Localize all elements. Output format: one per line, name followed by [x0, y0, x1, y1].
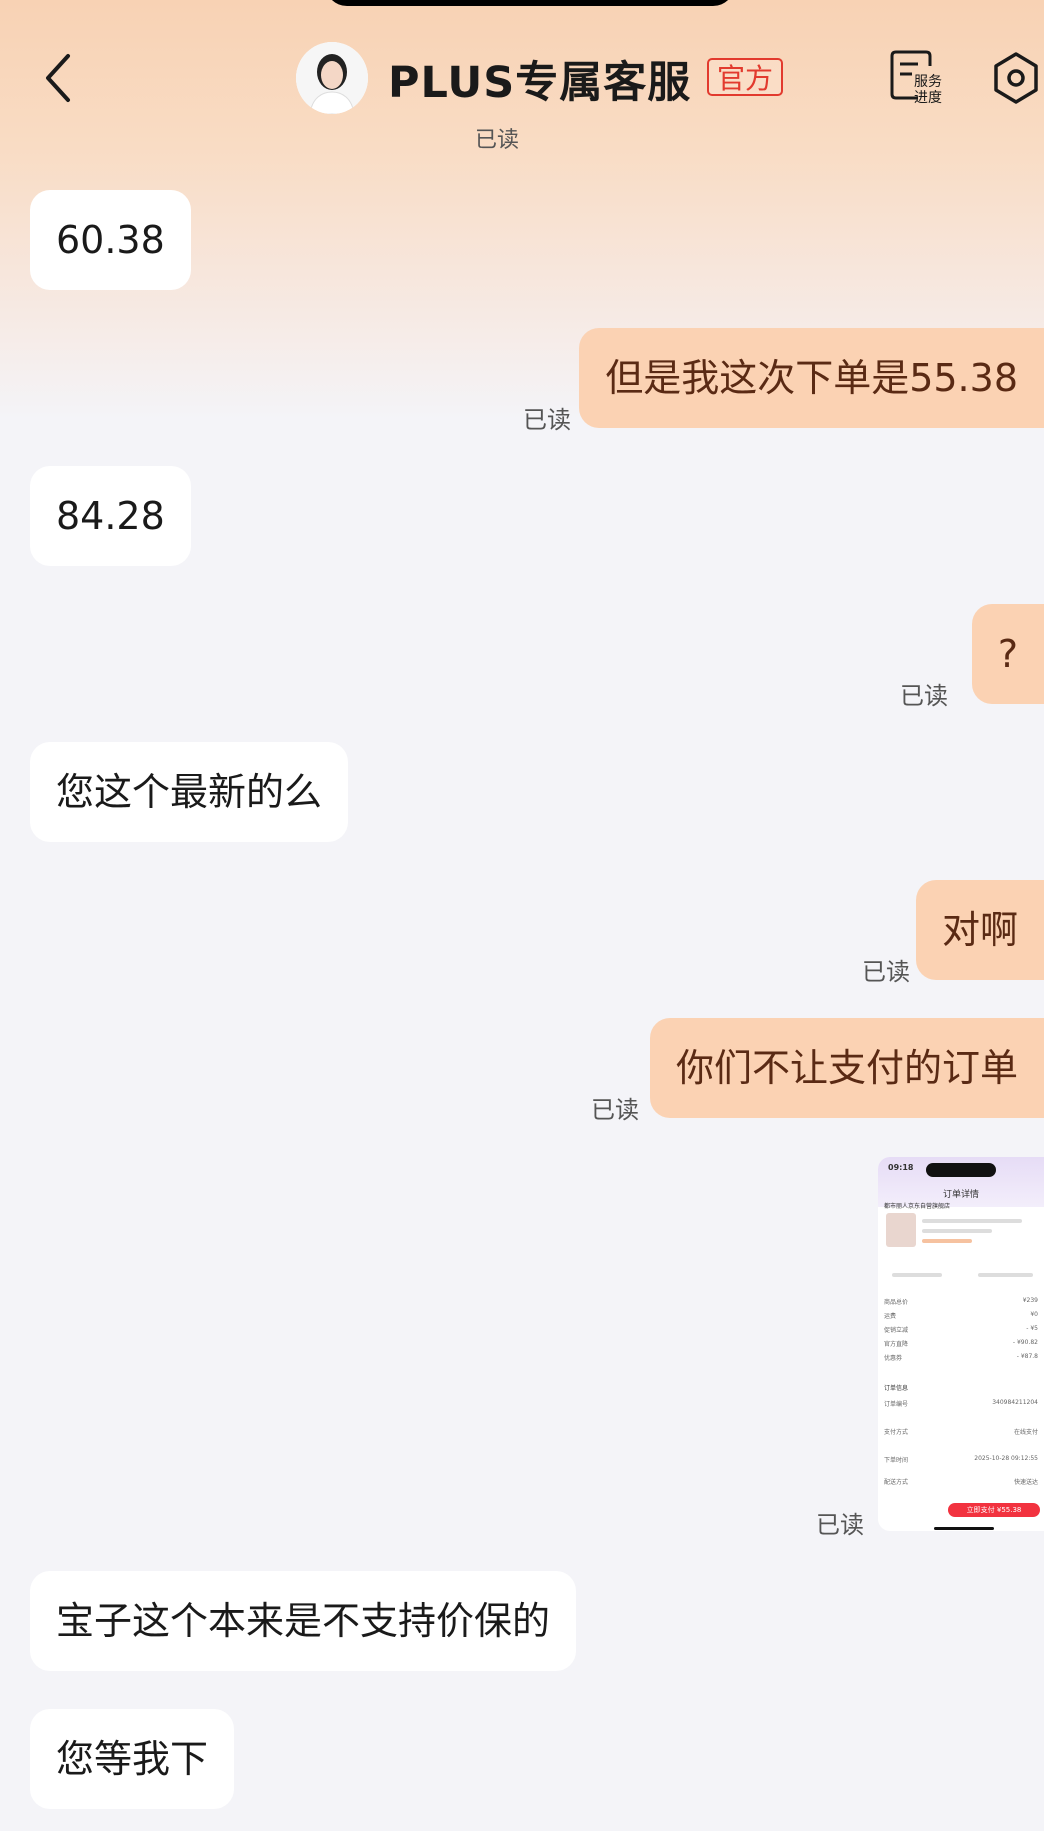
message-bubble-agent[interactable]: 84.28	[30, 466, 191, 566]
thumb-time: 09:18	[888, 1163, 914, 1172]
thumb-title: 订单详情	[942, 1190, 979, 1200]
thumb-line	[922, 1219, 1022, 1223]
message-bubble-agent[interactable]: 60.38	[30, 190, 191, 290]
thumb-shop: 都市丽人京东自营旗舰店	[884, 1203, 951, 1210]
progress-label-2: 进度	[914, 90, 942, 104]
back-arrow-icon[interactable]	[40, 50, 74, 106]
thumb-line	[922, 1229, 992, 1233]
thumb-line	[892, 1273, 942, 1277]
thumb-row: 官方直降 - ¥90.82	[884, 1339, 1038, 1348]
message-bubble-agent[interactable]: 您等我下	[30, 1709, 235, 1809]
thumb-row: 优惠券 - ¥87.8	[884, 1353, 1038, 1362]
read-status: 已读	[523, 406, 571, 434]
thumb-home-indicator	[934, 1527, 994, 1530]
official-badge: 官方	[707, 58, 784, 96]
read-status: 已读	[475, 128, 520, 153]
thumb-island	[926, 1163, 996, 1177]
thumb-pay-button: 立即支付 ¥55.38	[948, 1503, 1040, 1517]
thumb-row: 下单时间 2025-10-28 09:12:55	[884, 1455, 1038, 1464]
status-bar-notch	[325, 0, 735, 6]
agent-avatar[interactable]	[296, 42, 368, 114]
thumb-row: 支付方式 在线支付	[884, 1429, 1038, 1436]
read-status: 已读	[591, 1096, 639, 1124]
read-status: 已读	[900, 682, 948, 710]
thumb-row: 订单编号 340984211204	[884, 1399, 1038, 1408]
message-bubble-user[interactable]: 你们不让支付的订单	[649, 1018, 1044, 1118]
message-bubble-agent[interactable]: 宝子这个本来是不支持价保的	[30, 1571, 577, 1671]
thumb-row: 订单信息	[884, 1385, 909, 1392]
settings-gear-icon[interactable]	[990, 50, 1042, 106]
thumb-product-image	[886, 1213, 916, 1247]
thumb-row: 商品总价 ¥239	[884, 1297, 1038, 1306]
message-bubble-user[interactable]: 对啊	[915, 880, 1044, 980]
service-progress-icon[interactable]: 服务 进度	[888, 48, 944, 104]
message-bubble-user[interactable]: 但是我这次下单是55.38	[579, 328, 1044, 428]
chat-header: PLUS专属客服 官方 服务 进度	[0, 30, 1044, 122]
message-bubble-user[interactable]: ?	[971, 604, 1044, 704]
read-status: 已读	[862, 958, 910, 986]
thumb-row: 促销立减 - ¥5	[884, 1325, 1038, 1334]
thumb-row: 配送方式 快速送达	[884, 1479, 1038, 1486]
thumb-row: 运费 ¥0	[884, 1311, 1038, 1320]
progress-label-1: 服务	[914, 74, 942, 90]
thumb-line	[922, 1239, 972, 1243]
message-bubble-agent[interactable]: 您这个最新的么	[30, 742, 349, 842]
page-title: PLUS专属客服	[388, 58, 692, 108]
thumb-line	[978, 1273, 1033, 1277]
order-screenshot-image[interactable]: 09:18 订单详情 都市丽人京东自营旗舰店 商品总价 ¥239 运费 ¥0 促销立…	[878, 1157, 1044, 1531]
read-status: 已读	[816, 1511, 864, 1539]
